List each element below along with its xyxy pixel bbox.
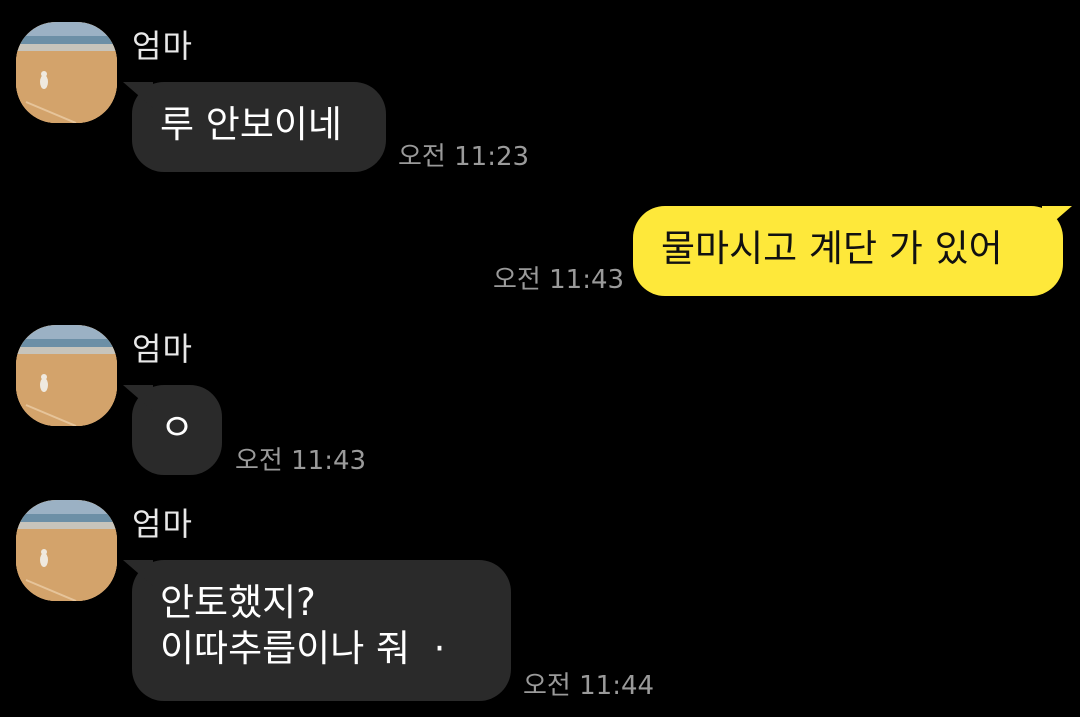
- beach-photo-icon: [16, 22, 117, 123]
- profile-avatar[interactable]: [16, 500, 117, 601]
- beach-photo-icon: [16, 500, 117, 601]
- message-bubble-incoming[interactable]: ㅇ: [132, 385, 222, 475]
- message-bubble-incoming[interactable]: 루 안보이네: [132, 82, 386, 172]
- sender-name: 엄마: [132, 330, 193, 368]
- beach-photo-icon: [16, 325, 117, 426]
- message-bubble-incoming[interactable]: 안토했지? 이따추릅이나 줘 ·: [132, 560, 511, 701]
- sender-name: 엄마: [132, 27, 193, 65]
- message-time: 오전 11:43: [493, 265, 625, 295]
- message-time: 오전 11:44: [523, 671, 655, 701]
- profile-avatar[interactable]: [16, 22, 117, 123]
- message-time: 오전 11:23: [398, 142, 530, 172]
- chat-room[interactable]: 엄마 루 안보이네 오전 11:23 물마시고 계단 가 있어 오전 11:43…: [0, 0, 1080, 717]
- sender-name: 엄마: [132, 505, 193, 543]
- profile-avatar[interactable]: [16, 325, 117, 426]
- message-bubble-outgoing[interactable]: 물마시고 계단 가 있어: [633, 206, 1063, 296]
- message-time: 오전 11:43: [235, 446, 367, 476]
